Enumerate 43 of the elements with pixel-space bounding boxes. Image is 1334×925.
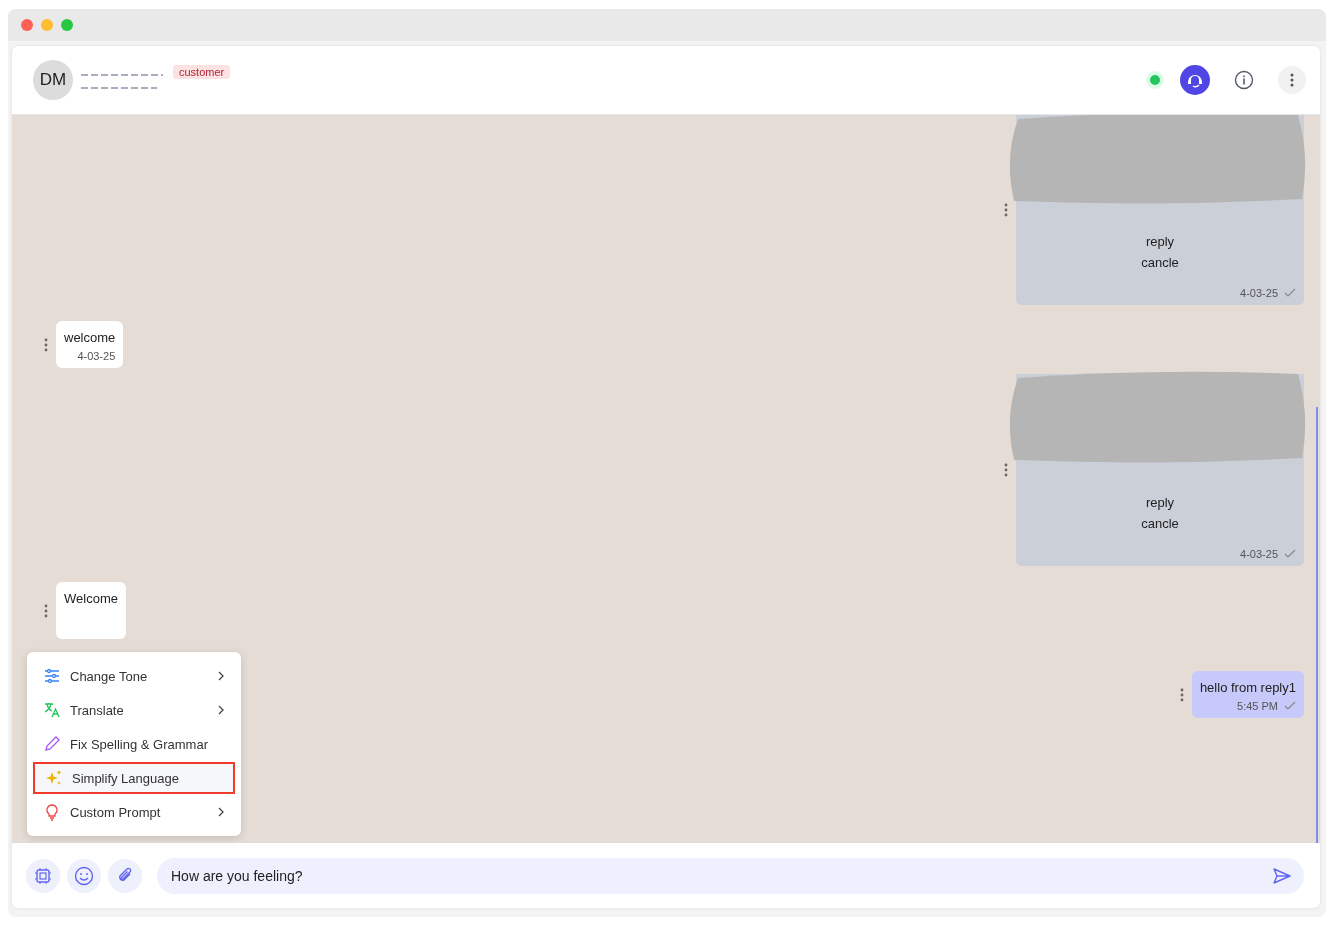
agent-avatar-icon[interactable] [1180,65,1210,95]
message-options-icon[interactable] [44,337,48,352]
message-options-icon[interactable] [1004,203,1008,217]
pencil-icon [43,735,61,753]
more-icon [1290,73,1294,87]
ai-assist-button[interactable] [26,858,60,893]
message-text: cancle [1141,254,1179,272]
chip-icon [34,866,52,885]
send-icon[interactable] [1272,865,1292,886]
message-time: 5:45 PM [1237,700,1278,712]
message-time: 4-03-25 [1240,548,1278,560]
contact-avatar: DM [33,60,73,100]
bulb-icon [43,803,61,821]
translate-icon [43,701,61,719]
message-text: Welcome [64,590,118,608]
menu-item[interactable]: Change Tone [33,660,235,692]
message-time: 4-03-25 [77,350,116,362]
scrollbar[interactable] [1316,407,1318,843]
close-button[interactable] [21,19,33,31]
chevron-right-icon [217,671,225,681]
message-text: cancle [1141,515,1179,533]
message-text: welcome [64,329,116,347]
chevron-right-icon [217,807,225,817]
sparkle-icon [45,769,63,787]
message-options-icon[interactable] [44,603,48,618]
emoji-button[interactable] [67,858,101,893]
menu-item[interactable]: Fix Spelling & Grammar [33,728,235,760]
message-text: reply [1145,233,1175,251]
message-options-icon[interactable] [1004,463,1008,477]
message-text: reply [1145,494,1175,512]
menu-item[interactable]: Translate [33,694,235,726]
message-options-icon[interactable] [1179,687,1184,702]
sliders-icon [43,667,61,685]
menu-item[interactable]: Simplify Language [33,762,235,794]
attach-button[interactable] [108,858,142,893]
message-input[interactable]: How are you feeling? [157,857,1304,894]
customer-tag: customer [173,65,231,79]
message-text: hello from reply1 [1199,679,1296,697]
menu-item[interactable]: Custom Prompt [33,796,235,828]
info-icon[interactable] [1234,70,1254,90]
message-time: 4-03-25 [1240,287,1278,299]
smiley-icon [74,865,94,886]
chevron-right-icon [217,705,225,715]
